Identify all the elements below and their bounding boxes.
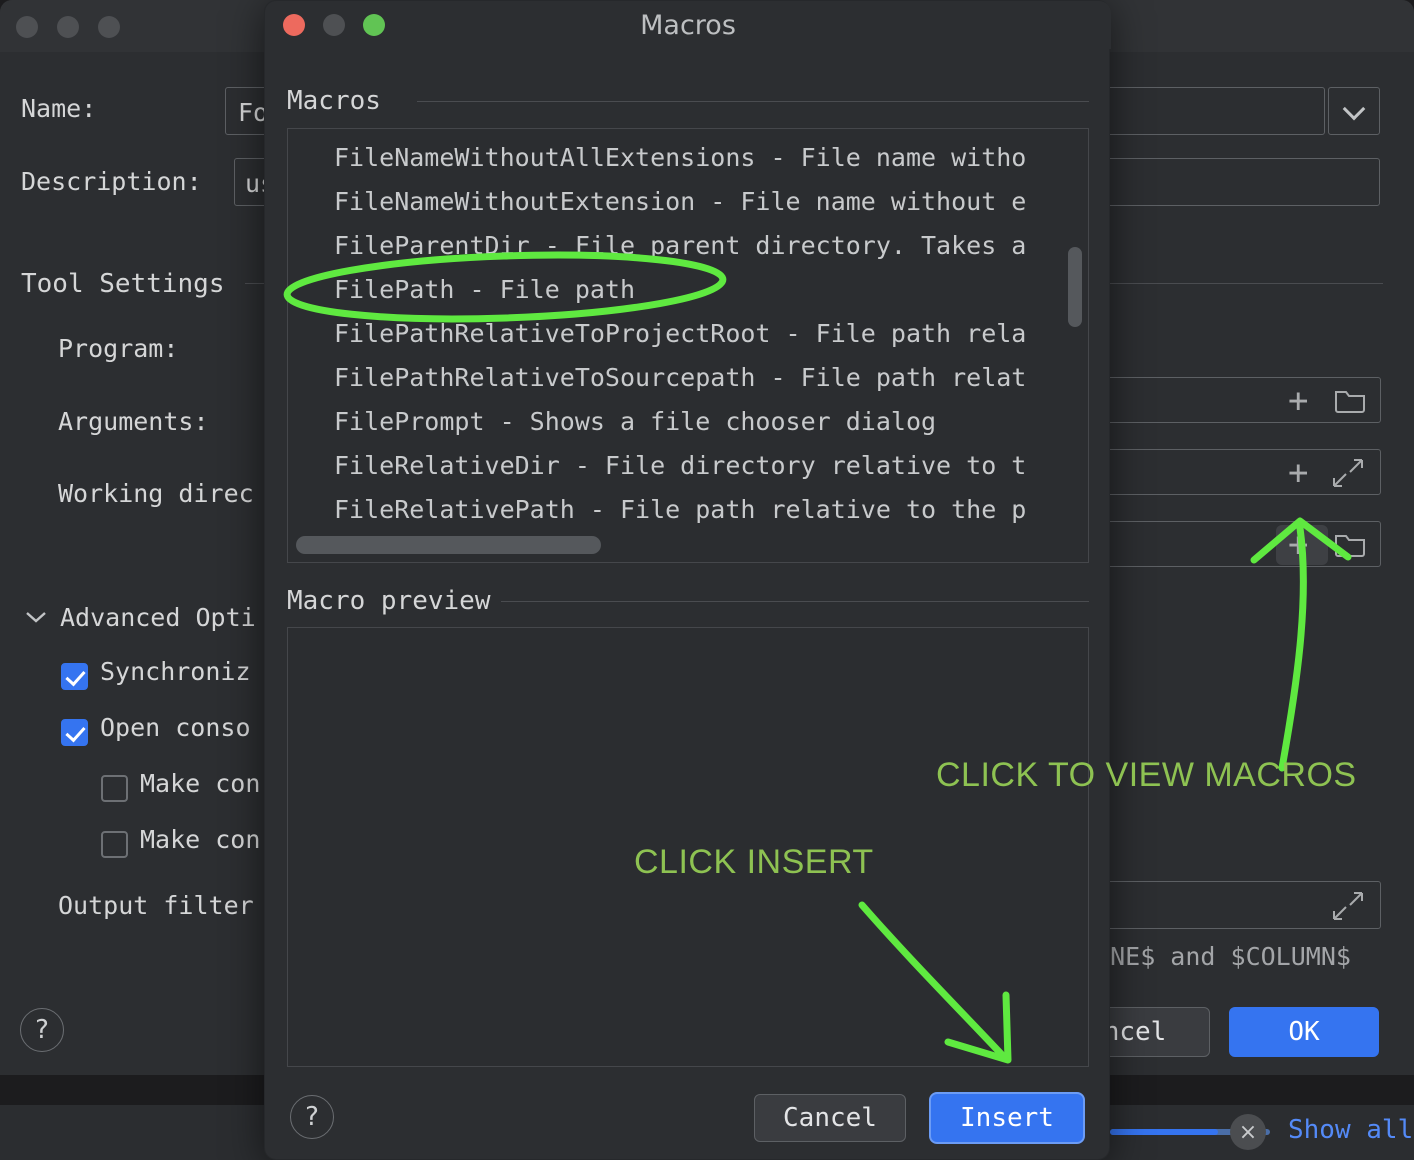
output-filters-hint: LINE$ and $COLUMN$ xyxy=(1080,942,1351,971)
background-traffic-lights[interactable] xyxy=(16,16,120,38)
macros-dialog: Macros Macros FileNameWithoutAllExtensio… xyxy=(264,0,1111,1160)
plus-icon[interactable]: + xyxy=(1288,528,1308,562)
annotation-label-insert: CLICK INSERT xyxy=(634,843,874,881)
expand-icon[interactable] xyxy=(1332,458,1364,488)
close-icon[interactable]: × xyxy=(1230,1114,1266,1150)
checkbox-open-console[interactable] xyxy=(61,719,88,746)
show-all-link[interactable]: Show all xyxy=(1288,1115,1413,1145)
macros-list-item[interactable]: FilePath - File path xyxy=(288,275,1088,304)
zoom-icon[interactable] xyxy=(98,16,120,38)
plus-icon[interactable]: + xyxy=(1288,384,1308,418)
macros-insert-button[interactable]: Insert xyxy=(931,1094,1083,1142)
macros-list-item[interactable]: FileNameWithoutExtension - File name wit… xyxy=(288,187,1088,216)
output-filters-field[interactable] xyxy=(1065,881,1381,929)
arguments-label: Arguments: xyxy=(58,407,209,436)
macros-list-item[interactable]: FileRelativeDir - File directory relativ… xyxy=(288,451,1088,480)
macros-list-item[interactable]: FileParentDir - File parent directory. T… xyxy=(288,231,1088,260)
advanced-options-label[interactable]: Advanced Opti xyxy=(60,603,256,632)
checkbox-synchronize[interactable] xyxy=(61,663,88,690)
checkbox-synchronize-label: Synchroniz xyxy=(100,657,251,686)
vertical-scrollbar-thumb[interactable] xyxy=(1068,247,1082,327)
output-filters-label: Output filter xyxy=(58,891,254,920)
chevron-down-icon xyxy=(1342,97,1366,121)
macros-cancel-button[interactable]: Cancel xyxy=(754,1094,906,1142)
checkbox-make-console-2[interactable] xyxy=(101,831,128,858)
macro-preview-group-label: Macro preview xyxy=(287,586,491,616)
ok-button[interactable]: OK xyxy=(1229,1007,1379,1057)
macros-list-item[interactable]: FilePrompt - Shows a file chooser dialog xyxy=(288,407,1088,436)
macros-list-item[interactable]: FileRelativePath - File path relative to… xyxy=(288,495,1088,524)
macros-list-item[interactable]: FileNameWithoutAllExtensions - File name… xyxy=(288,143,1088,172)
close-icon[interactable] xyxy=(16,16,38,38)
working-directory-label: Working direc xyxy=(58,479,254,508)
macros-list-item[interactable]: FilePathRelativeToProjectRoot - File pat… xyxy=(288,319,1088,348)
name-dropdown-button[interactable] xyxy=(1328,87,1380,135)
annotation-label-view-macros: CLICK TO VIEW MACROS xyxy=(936,756,1357,794)
macros-list[interactable]: FileNameWithoutAllExtensions - File name… xyxy=(287,128,1089,563)
checkbox-make-console-1-label: Make con xyxy=(140,769,261,798)
macros-titlebar: Macros xyxy=(265,1,1111,49)
folder-icon[interactable] xyxy=(1334,386,1366,414)
horizontal-scrollbar-thumb[interactable] xyxy=(296,536,601,554)
macros-group-rule xyxy=(417,101,1089,102)
program-label: Program: xyxy=(58,334,179,363)
help-button[interactable]: ? xyxy=(20,1008,64,1052)
macros-group-label: Macros xyxy=(287,86,381,116)
folder-icon[interactable] xyxy=(1334,530,1366,558)
chevron-down-icon[interactable] xyxy=(25,610,47,624)
macro-preview-group-rule xyxy=(501,601,1089,602)
name-label: Name: xyxy=(21,94,97,123)
expand-icon[interactable] xyxy=(1332,891,1364,921)
arguments-field-row[interactable]: + xyxy=(1065,449,1381,495)
checkbox-open-console-label: Open conso xyxy=(100,713,251,742)
program-field-row[interactable]: + xyxy=(1065,377,1381,423)
working-directory-field-row[interactable]: + xyxy=(1065,521,1381,567)
minimize-icon[interactable] xyxy=(57,16,79,38)
macros-dialog-title: Macros xyxy=(640,10,736,41)
progress-bar-fill xyxy=(1110,1129,1218,1135)
tool-settings-title: Tool Settings xyxy=(21,269,225,299)
macros-list-item[interactable]: FilePathRelativeToSourcepath - File path… xyxy=(288,363,1088,392)
plus-icon[interactable]: + xyxy=(1288,456,1308,490)
checkbox-make-console-1[interactable] xyxy=(101,775,128,802)
checkbox-make-console-2-label: Make con xyxy=(140,825,261,854)
description-label: Description: xyxy=(21,167,202,196)
macros-help-button[interactable]: ? xyxy=(290,1095,334,1139)
